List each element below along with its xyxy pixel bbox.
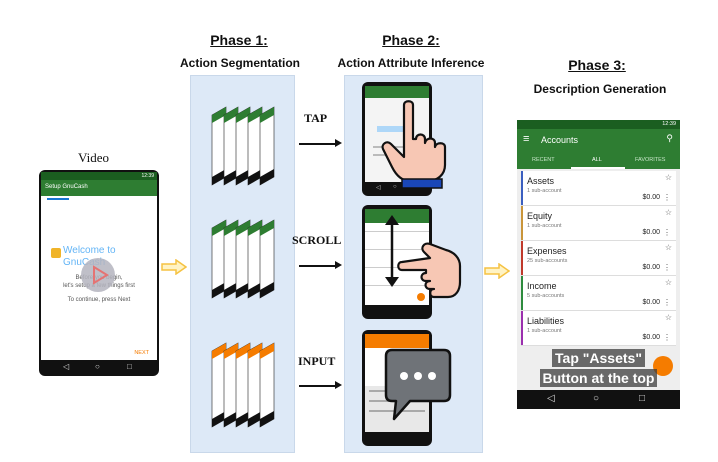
phase1-subtitle: Action Segmentation	[179, 56, 300, 70]
recents-icon[interactable]: □	[639, 393, 645, 404]
account-name: Equity	[527, 211, 553, 221]
phase1-title: Phase 1:	[210, 32, 268, 48]
account-color-bar	[521, 241, 523, 275]
account-name: Liabilities	[527, 316, 565, 326]
action-label-tap: TAP	[304, 111, 328, 125]
gnucash-logo-icon	[51, 248, 61, 258]
account-row-liabilities[interactable]: Liabilities 1 sub-account $0.00 ☆ ⋮	[521, 311, 676, 346]
recents-icon[interactable]: □	[127, 362, 132, 371]
scroll-hand-icon	[397, 242, 462, 299]
frame-stacks	[211, 106, 275, 428]
phase2-title: Phase 2:	[382, 32, 440, 48]
star-icon[interactable]: ☆	[665, 208, 672, 217]
video-app-bar: Setup GnuCash	[41, 180, 157, 196]
account-color-bar	[521, 311, 523, 345]
account-sub: 5 sub-accounts	[527, 293, 565, 299]
caption-box: Tap "Assets" Button at the top	[517, 346, 680, 390]
video-line3: To continue, press Next	[67, 297, 131, 303]
caption-line2: Button at the top	[539, 369, 658, 387]
account-value: $0.00	[642, 299, 660, 306]
account-color-bar	[521, 276, 523, 310]
search-icon[interactable]: ⚲	[666, 133, 673, 144]
account-value: $0.00	[642, 264, 660, 271]
phase3-subtitle: Description Generation	[533, 82, 667, 96]
phase3-phone: 12:39 ≡ Accounts ⚲ RECENT ALL FAVORITES …	[517, 120, 680, 409]
star-icon[interactable]: ☆	[665, 243, 672, 252]
account-sub: 25 sub-accounts	[527, 258, 568, 264]
tap-hand-icon	[381, 100, 447, 189]
account-value: $0.00	[642, 334, 660, 341]
video-phone: 12:39 Setup GnuCash Welcome to GnuCash B…	[39, 170, 159, 376]
menu-icon[interactable]: ≡	[523, 133, 529, 145]
account-row-income[interactable]: Income 5 sub-accounts $0.00 ☆ ⋮	[521, 276, 676, 311]
account-value: $0.00	[642, 194, 660, 201]
video-app-bar-title: Setup GnuCash	[45, 184, 88, 190]
more-icon[interactable]: ⋮	[663, 194, 671, 202]
tab-favorites[interactable]: FAVORITES	[635, 157, 665, 163]
action-label-scroll: SCROLL	[292, 233, 342, 247]
home-icon[interactable]: ○	[593, 393, 599, 404]
tab-recent[interactable]: RECENT	[532, 157, 555, 163]
video-nav-bar: ◁ ○ □	[41, 360, 157, 374]
p3-tab-bar: RECENT ALL FAVORITES	[517, 151, 680, 169]
tap-arrow-head	[335, 139, 342, 147]
video-next-button[interactable]: NEXT	[134, 350, 149, 356]
account-sub: 1 sub-account	[527, 328, 562, 334]
chat-bubble-icon	[384, 348, 452, 421]
action-label-input: INPUT	[298, 354, 336, 368]
account-sub: 1 sub-account	[527, 223, 562, 229]
star-icon[interactable]: ☆	[665, 278, 672, 287]
p3-app-bar: ≡ Accounts ⚲	[517, 129, 680, 151]
phase3-title: Phase 3:	[568, 57, 626, 73]
tap-arrow	[299, 143, 337, 145]
account-value: $0.00	[642, 229, 660, 236]
scroll-arrow	[299, 265, 337, 267]
tab-all[interactable]: ALL	[592, 157, 602, 163]
home-icon[interactable]: ○	[95, 362, 100, 371]
account-row-expenses[interactable]: Expenses 25 sub-accounts $0.00 ☆ ⋮	[521, 241, 676, 276]
account-name: Expenses	[527, 246, 567, 256]
input-arrow-head	[335, 381, 342, 389]
account-row-assets[interactable]: Assets 1 sub-account $0.00 ☆ ⋮	[521, 171, 676, 206]
tab-indicator	[571, 167, 625, 169]
account-color-bar	[521, 206, 523, 240]
more-icon[interactable]: ⋮	[663, 299, 671, 307]
more-icon[interactable]: ⋮	[663, 264, 671, 272]
p3-title: Accounts	[541, 135, 579, 145]
phase2-subtitle: Action Attribute Inference	[337, 56, 485, 70]
back-icon[interactable]: ◁	[63, 362, 69, 371]
account-name: Assets	[527, 176, 555, 186]
star-icon[interactable]: ☆	[665, 173, 672, 182]
flow-arrow-icon	[161, 259, 187, 275]
back-icon[interactable]: ◁	[547, 393, 555, 404]
p3-status-time: 12:39	[662, 121, 676, 127]
account-name: Income	[527, 281, 557, 291]
p3-nav-bar: ◁ ○ □	[517, 390, 680, 409]
more-icon[interactable]: ⋮	[663, 229, 671, 237]
account-color-bar	[521, 171, 523, 205]
flow-arrow-icon	[484, 263, 510, 279]
caption-line1: Tap "Assets"	[552, 349, 645, 367]
video-label: Video	[78, 150, 109, 165]
video-status-time: 12:39	[141, 173, 154, 179]
p3-status-bar	[517, 120, 680, 129]
account-row-equity[interactable]: Equity 1 sub-account $0.00 ☆ ⋮	[521, 206, 676, 241]
account-sub: 1 sub-account	[527, 188, 562, 194]
play-button-icon[interactable]	[81, 258, 115, 292]
scroll-arrow-head	[335, 261, 342, 269]
star-icon[interactable]: ☆	[665, 313, 672, 322]
more-icon[interactable]: ⋮	[663, 334, 671, 342]
input-arrow	[299, 385, 337, 387]
